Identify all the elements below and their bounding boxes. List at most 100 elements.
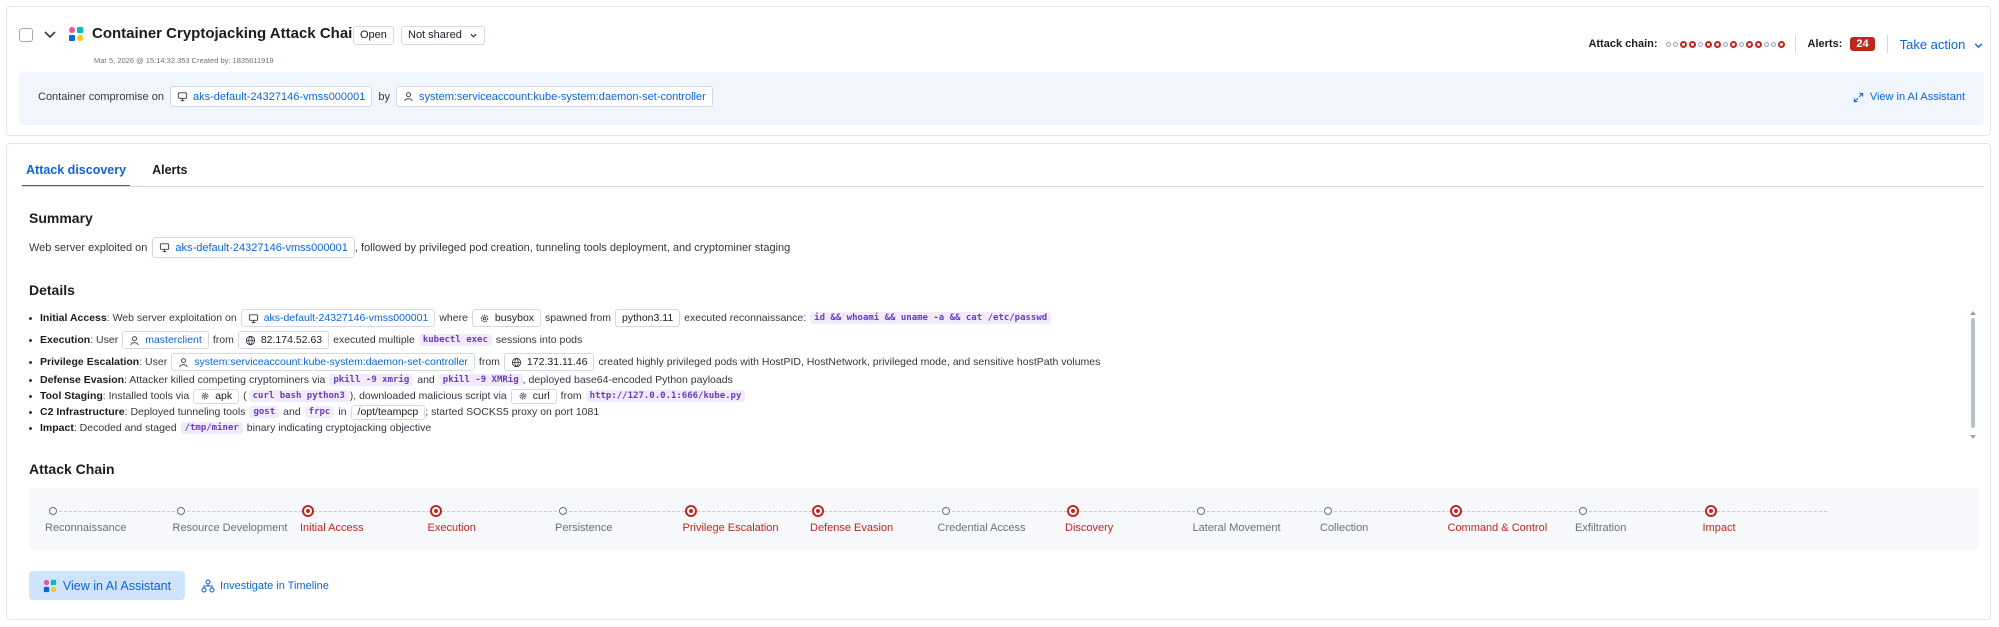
- process-chip[interactable]: curl: [510, 388, 557, 404]
- detail-text: ; started SOCKS5 proxy on port 1081: [425, 406, 600, 418]
- alerts-count-badge[interactable]: 24: [1850, 37, 1875, 51]
- tactic-label: Execution: [427, 522, 476, 534]
- bullet: [29, 426, 32, 430]
- bullet: [29, 394, 32, 398]
- tactic-label: Impact: [1702, 522, 1736, 534]
- chain-dot-active: [1745, 40, 1753, 48]
- tactic-dot: [1579, 507, 1587, 515]
- chain-dot-inactive: [1738, 41, 1744, 47]
- tactic-dot: [176, 507, 185, 515]
- chevron-down-icon: [1974, 42, 1983, 48]
- detail-text: ), downloaded malicious script via: [349, 390, 507, 402]
- host-chip[interactable]: aks-default-24327146-vmss000001: [240, 309, 436, 327]
- tactic-dot: [559, 507, 567, 515]
- tactic-dot: [1324, 507, 1332, 515]
- divider: [1886, 35, 1888, 53]
- chevron-down-icon[interactable]: [43, 27, 57, 41]
- tactic-label: Resource Development: [172, 522, 288, 534]
- tactic-dot: [941, 507, 950, 515]
- chain-dot-inactive: [1722, 41, 1728, 47]
- details-heading: Details: [29, 282, 75, 298]
- take-action-label: Take action: [1899, 36, 1966, 52]
- expand-icon: [1853, 92, 1863, 102]
- parent-process-chip[interactable]: python3.11: [614, 309, 681, 327]
- sharing-label: Not shared: [408, 29, 462, 41]
- process-chip[interactable]: busybox: [471, 309, 542, 327]
- tactic-label: Exfiltration: [1575, 522, 1627, 534]
- chain-dot-active: [1688, 40, 1696, 48]
- ai-logo-icon: [69, 27, 83, 41]
- investigate-in-timeline-button[interactable]: Investigate in Timeline: [201, 579, 329, 593]
- tab-attack-discovery[interactable]: Attack discovery: [22, 160, 131, 187]
- chain-dot-active: [1704, 40, 1712, 48]
- tactic-dot: [812, 505, 824, 517]
- process-name: curl: [532, 390, 550, 402]
- host-icon: [177, 92, 188, 102]
- process-chip[interactable]: apk: [193, 388, 240, 404]
- detail-label: Execution: [40, 334, 91, 346]
- tactic-label: Initial Access: [300, 522, 364, 534]
- select-checkbox[interactable]: [19, 28, 33, 42]
- chain-connector: [696, 511, 812, 512]
- detail-privilege-escalation: Privilege Escalation: User system:servic…: [29, 353, 1964, 371]
- detail-text: from: [478, 356, 500, 368]
- details-list: Initial Access: Web server exploitation …: [29, 309, 1964, 436]
- detail-text: where: [439, 312, 468, 324]
- user-name: system:serviceaccount:kube-system:daemon…: [194, 356, 468, 368]
- ip-chip[interactable]: 172.31.11.46: [503, 353, 595, 371]
- command-code: id && whoami && uname -a && cat /etc/pas…: [810, 312, 1052, 324]
- band-by: by: [378, 90, 391, 103]
- user-chip[interactable]: masterclient: [122, 331, 209, 349]
- ip-address: 82.174.52.63: [260, 334, 323, 346]
- summary-host-name: aks-default-24327146-vmss000001: [175, 241, 348, 254]
- tactic-dot: [49, 507, 57, 515]
- chain-dot-inactive: [1763, 41, 1769, 47]
- bullet: [29, 410, 32, 414]
- tactic-label: Command & Control: [1447, 522, 1548, 534]
- summary-heading: Summary: [29, 210, 93, 226]
- ai-logo-icon: [43, 579, 57, 592]
- detail-tool-staging: Tool Staging: Installed tools via apk (c…: [29, 388, 1964, 404]
- tactic-label: Discovery: [1065, 522, 1114, 534]
- scroll-down-icon[interactable]: [1970, 434, 1976, 440]
- attack-chain-mini[interactable]: [1665, 40, 1785, 48]
- globe-icon: [245, 335, 255, 345]
- user-icon: [404, 92, 413, 102]
- detail-text: created highly privileged pods with Host…: [598, 356, 1101, 368]
- detail-text: from: [560, 390, 582, 402]
- scroll-thumb[interactable]: [1971, 318, 1975, 428]
- detail-label: Defense Evasion: [40, 374, 125, 386]
- chain-dot-inactive: [1672, 41, 1678, 47]
- host-name: aks-default-24327146-vmss000001: [263, 312, 429, 324]
- user-chip[interactable]: system:serviceaccount:kube-system:daemon…: [171, 353, 475, 371]
- attack-chain-timeline: Reconnaissance Resource Development Initia…: [29, 488, 1979, 550]
- band-view-ai-link[interactable]: View in AI Assistant: [1853, 91, 1965, 103]
- detail-label: C2 Infrastructure: [40, 406, 125, 418]
- detail-text: : Attacker killed competing cryptominers…: [124, 374, 326, 386]
- summary-host-chip[interactable]: aks-default-24327146-vmss000001: [152, 237, 355, 258]
- host-name: aks-default-24327146-vmss000001: [192, 90, 366, 103]
- detail-label: Initial Access: [40, 312, 107, 324]
- command-code: pkill -9 xmrig: [329, 374, 414, 386]
- detail-text: and: [283, 406, 301, 418]
- chain-connector: [951, 511, 1067, 512]
- tactic-dot: [429, 505, 442, 517]
- status-badge[interactable]: Open: [353, 26, 394, 45]
- chain-dot-active: [1777, 40, 1785, 48]
- take-action-button[interactable]: Take action: [1900, 37, 1984, 52]
- detail-text: spawned from: [545, 312, 611, 324]
- detail-text: in: [338, 406, 347, 418]
- view-in-ai-assistant-button[interactable]: View in AI Assistant: [29, 571, 185, 600]
- path-chip[interactable]: /opt/teampcp: [350, 404, 426, 420]
- tactic-label: Persistence: [555, 522, 613, 534]
- tab-alerts[interactable]: Alerts: [148, 160, 191, 187]
- sharing-dropdown[interactable]: Not shared: [401, 26, 485, 45]
- ip-chip[interactable]: 82.174.52.63: [237, 331, 330, 349]
- process-name: busybox: [494, 312, 535, 324]
- scroll-up-icon[interactable]: [1970, 310, 1976, 316]
- host-chip[interactable]: aks-default-24327146-vmss000001: [169, 86, 373, 107]
- summary-text: Web server exploited on aks-default-2432…: [29, 237, 790, 258]
- detail-text: sessions into pods: [495, 334, 583, 346]
- user-chip[interactable]: system:serviceaccount:kube-system:daemon…: [396, 86, 713, 107]
- chain-connector: [569, 511, 685, 512]
